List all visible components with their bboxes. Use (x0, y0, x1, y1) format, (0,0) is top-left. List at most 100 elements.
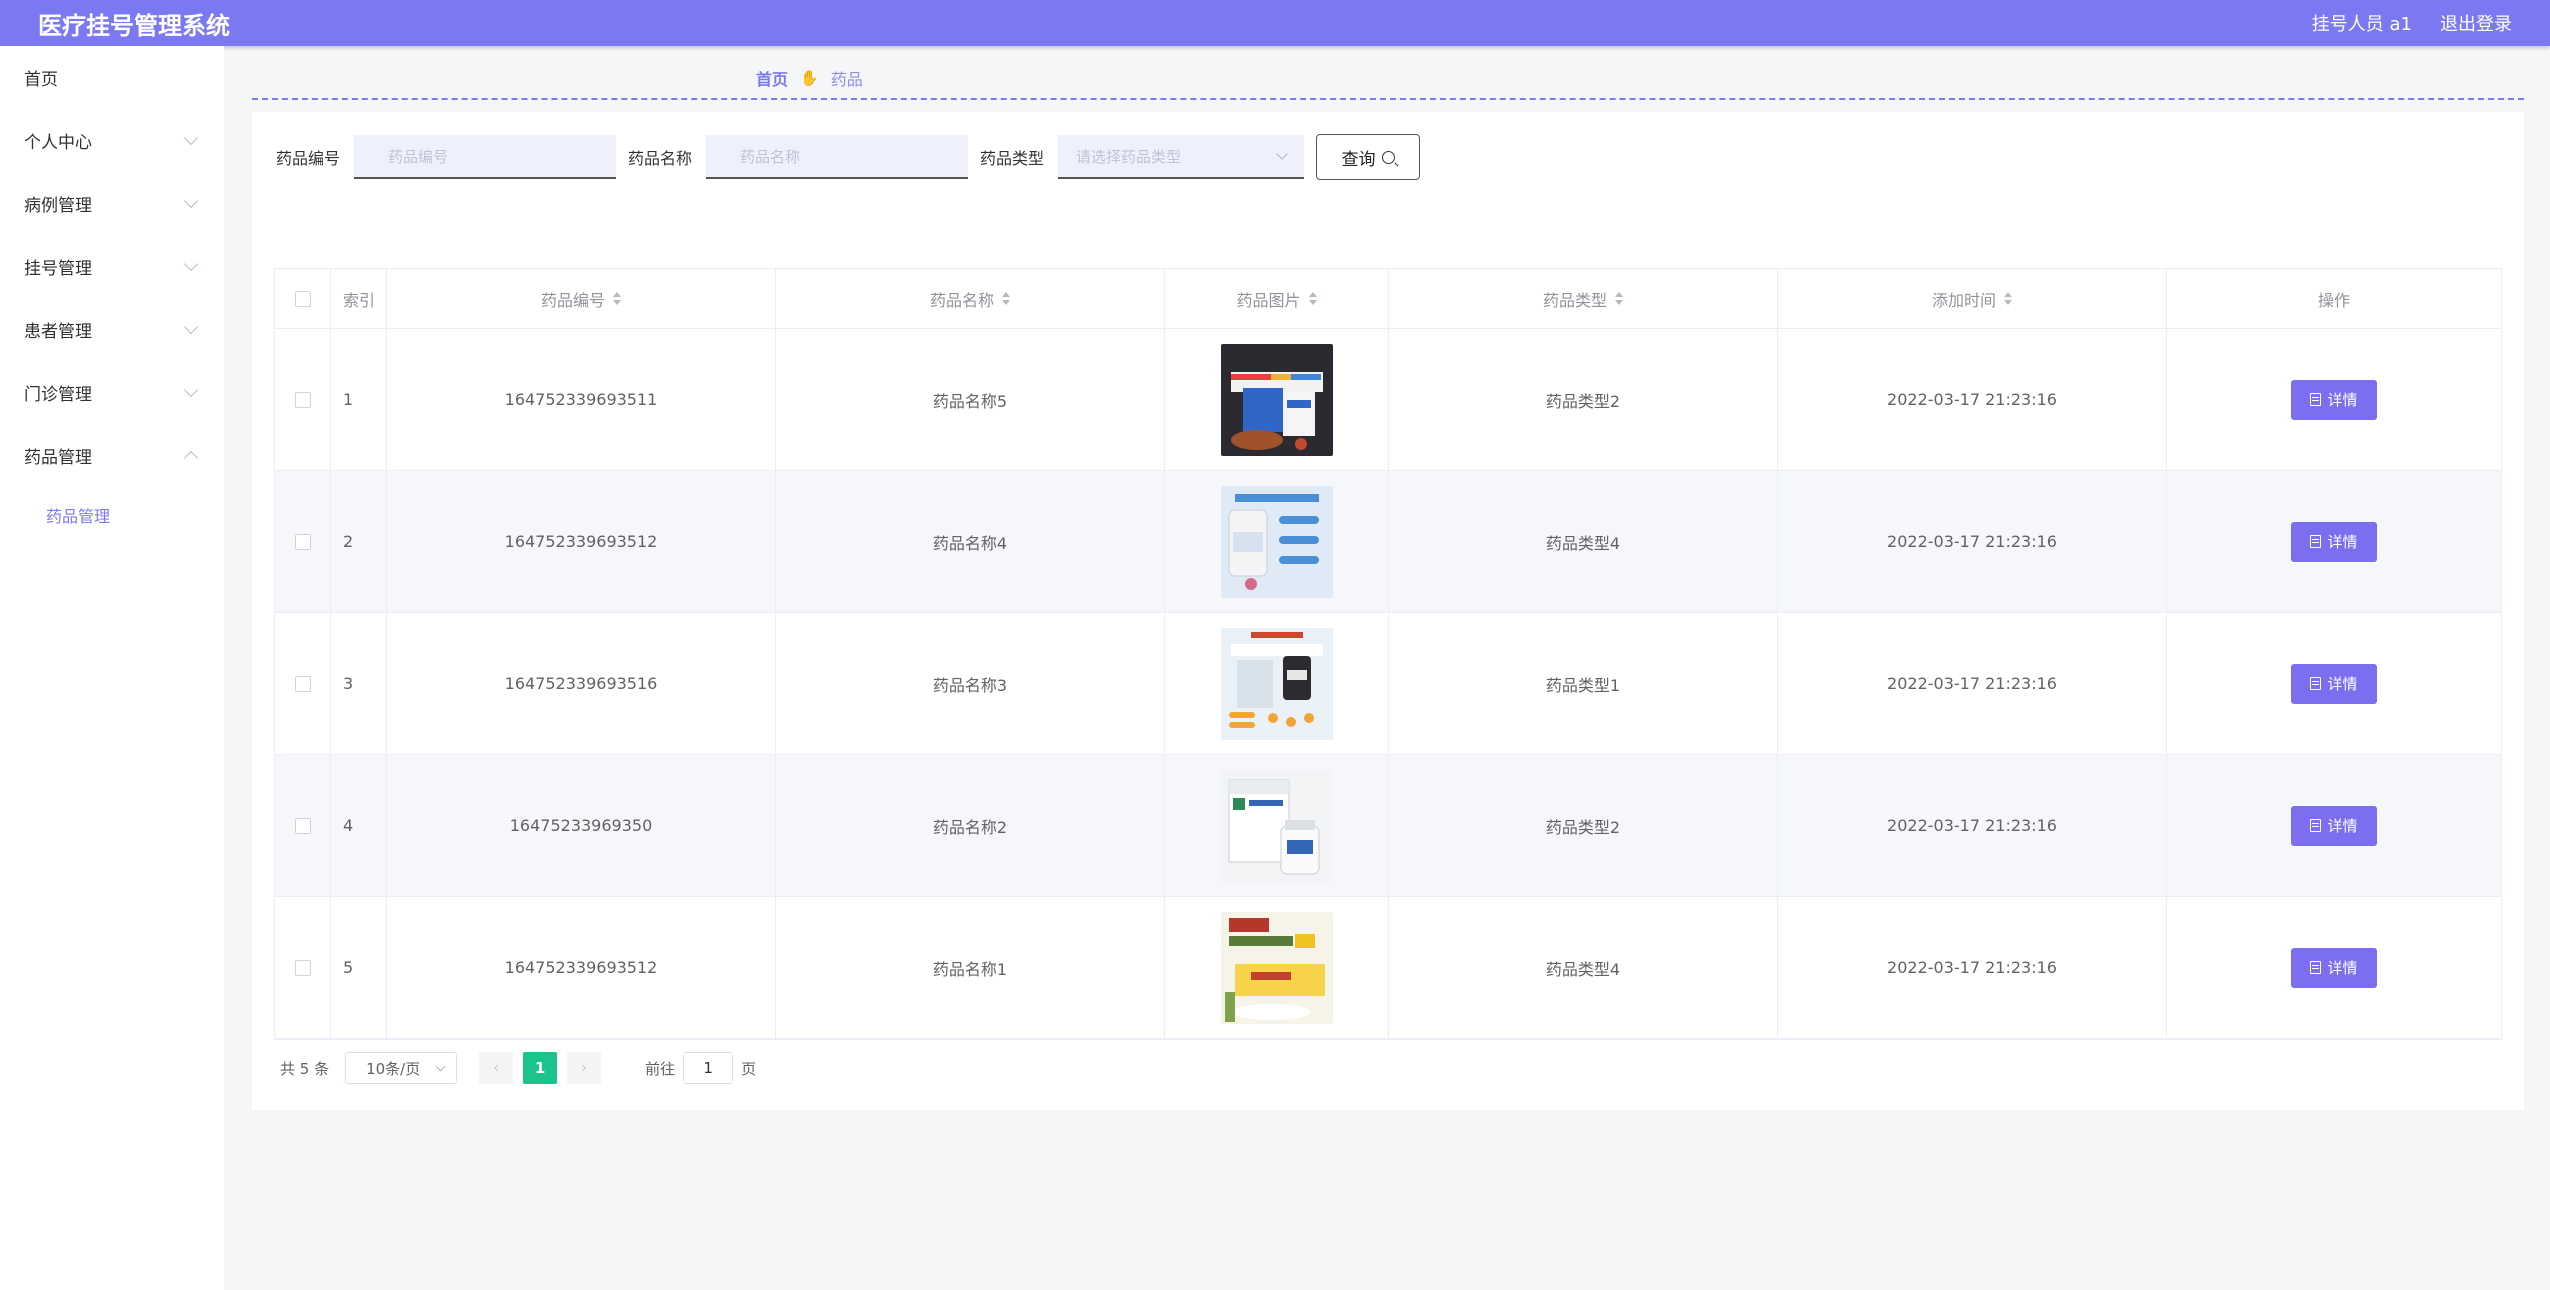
breadcrumb-current: 药品 (830, 70, 863, 89)
header-type-label: 药品类型 (1542, 290, 1607, 310)
sidebar-item-label: 病例管理 (24, 196, 92, 216)
sidebar-item-label: 药品管理 (24, 448, 92, 468)
row-index: 3 (331, 613, 387, 754)
medicine-image[interactable] (1220, 627, 1333, 740)
prev-page-button[interactable]: ‹ (479, 1052, 514, 1084)
query-button[interactable]: 查询 (1316, 134, 1421, 180)
medicine-table: 索引 药品编号 药品名称 药品图片 药品类型 添加时间 操作 1 1647523… (274, 268, 2502, 1040)
top-bar: 医疗挂号管理系统 挂号人员 a1 退出登录 (0, 0, 2550, 46)
row-checkbox[interactable] (294, 675, 311, 692)
code-input[interactable]: 药品编号 (354, 135, 617, 179)
page-size-select[interactable]: 10条/页 (345, 1052, 458, 1084)
row-type: 药品类型4 (1389, 897, 1778, 1038)
row-name: 药品名称3 (776, 613, 1165, 754)
breadcrumb: 首页 ✋ 药品 (756, 66, 863, 90)
row-checkbox[interactable] (294, 391, 311, 408)
row-checkbox-cell (275, 897, 331, 1038)
header-code[interactable]: 药品编号 (387, 269, 776, 328)
row-index: 5 (331, 897, 387, 1038)
header-image[interactable]: 药品图片 (1165, 269, 1389, 328)
row-index: 1 (331, 329, 387, 470)
row-code: 164752339693512 (387, 471, 776, 612)
medicine-image[interactable] (1220, 911, 1333, 1024)
sidebar-item-home[interactable]: 首页 (0, 46, 224, 109)
row-index: 2 (331, 471, 387, 612)
row-time: 2022-03-17 21:23:16 (1778, 471, 2167, 612)
sidebar-subitem-medicine-management[interactable]: 药品管理 (0, 487, 224, 543)
detail-button-label: 详情 (2327, 533, 2358, 551)
logout-link[interactable]: 退出登录 (2440, 10, 2512, 36)
detail-button-label: 详情 (2327, 675, 2358, 693)
type-select[interactable]: 请选择药品类型 (1058, 135, 1305, 179)
sort-icon[interactable] (1002, 292, 1010, 305)
document-icon (2310, 961, 2322, 974)
row-code: 164752339693512 (387, 897, 776, 1038)
row-checkbox[interactable] (294, 533, 311, 550)
sidebar-item-label: 个人中心 (24, 133, 92, 153)
main-panel: 药品编号 药品编号 药品名称 药品名称 药品类型 请选择药品类型 查询 索引 药… (252, 112, 2524, 1110)
goto-page-input[interactable]: 1 (683, 1052, 734, 1084)
header-name[interactable]: 药品名称 (776, 269, 1165, 328)
search-icon (1381, 150, 1395, 164)
sidebar-item-registration-management[interactable]: 挂号管理 (0, 235, 224, 298)
sidebar-item-patient-management[interactable]: 患者管理 (0, 298, 224, 361)
sidebar-item-clinic-management[interactable]: 门诊管理 (0, 361, 224, 424)
select-all-checkbox[interactable] (294, 290, 311, 307)
header-time[interactable]: 添加时间 (1778, 269, 2167, 328)
sidebar-item-case-management[interactable]: 病例管理 (0, 172, 224, 235)
header-checkbox-cell (275, 269, 331, 328)
row-time: 2022-03-17 21:23:16 (1778, 755, 2167, 896)
sort-icon[interactable] (613, 292, 621, 305)
row-type: 药品类型2 (1389, 329, 1778, 470)
goto-prefix: 前往 (645, 1059, 676, 1078)
name-label: 药品名称 (628, 149, 693, 168)
detail-button[interactable]: 详情 (2291, 663, 2377, 704)
detail-button[interactable]: 详情 (2291, 521, 2377, 562)
sort-icon[interactable] (2004, 292, 2012, 305)
detail-button[interactable]: 详情 (2291, 947, 2377, 988)
chevron-down-icon (435, 1061, 446, 1071)
row-image-cell (1165, 471, 1389, 612)
row-name: 药品名称4 (776, 471, 1165, 612)
row-checkbox[interactable] (294, 959, 311, 976)
current-user[interactable]: 挂号人员 a1 (2312, 10, 2412, 36)
table-row: 1 164752339693511 药品名称5 药品类型2 2022-03-17… (275, 329, 2501, 471)
header-image-label: 药品图片 (1236, 290, 1301, 310)
row-operation: 详情 (2167, 329, 2501, 470)
query-button-label: 查询 (1341, 149, 1376, 170)
sidebar: 首页 个人中心 病例管理 挂号管理 患者管理 门诊管理 药品管理 药品管理 (0, 46, 224, 1290)
medicine-image[interactable] (1220, 485, 1333, 598)
sort-icon[interactable] (1308, 292, 1317, 305)
page-number-button[interactable]: 1 (523, 1052, 558, 1084)
sort-icon[interactable] (1615, 292, 1623, 305)
detail-button-label: 详情 (2327, 391, 2358, 409)
row-time: 2022-03-17 21:23:16 (1778, 613, 2167, 754)
row-code: 16475233969350 (387, 755, 776, 896)
detail-button[interactable]: 详情 (2291, 805, 2377, 846)
chevron-down-icon (183, 130, 199, 146)
sidebar-item-personal-center[interactable]: 个人中心 (0, 109, 224, 172)
row-code: 164752339693516 (387, 613, 776, 754)
goto-suffix: 页 (741, 1059, 757, 1078)
row-type: 药品类型4 (1389, 471, 1778, 612)
table-header: 索引 药品编号 药品名称 药品图片 药品类型 添加时间 操作 (275, 269, 2501, 329)
divider (252, 98, 2524, 100)
document-icon (2310, 677, 2322, 690)
sidebar-item-medicine-management[interactable]: 药品管理 (0, 424, 224, 487)
pagination-total: 共 5 条 (280, 1059, 330, 1078)
next-page-button[interactable]: › (567, 1052, 602, 1084)
breadcrumb-home[interactable]: 首页 (756, 66, 788, 90)
detail-button[interactable]: 详情 (2291, 379, 2377, 420)
row-operation: 详情 (2167, 755, 2501, 896)
chevron-up-icon (183, 450, 199, 466)
row-checkbox[interactable] (294, 817, 311, 834)
name-input[interactable]: 药品名称 (706, 135, 969, 179)
medicine-image[interactable] (1220, 769, 1333, 882)
medicine-image[interactable] (1220, 343, 1333, 456)
chevron-down-icon (183, 319, 199, 335)
chevron-down-icon (183, 193, 199, 209)
row-image-cell (1165, 613, 1389, 754)
header-type[interactable]: 药品类型 (1389, 269, 1778, 328)
row-name: 药品名称1 (776, 897, 1165, 1038)
detail-button-label: 详情 (2327, 817, 2358, 835)
